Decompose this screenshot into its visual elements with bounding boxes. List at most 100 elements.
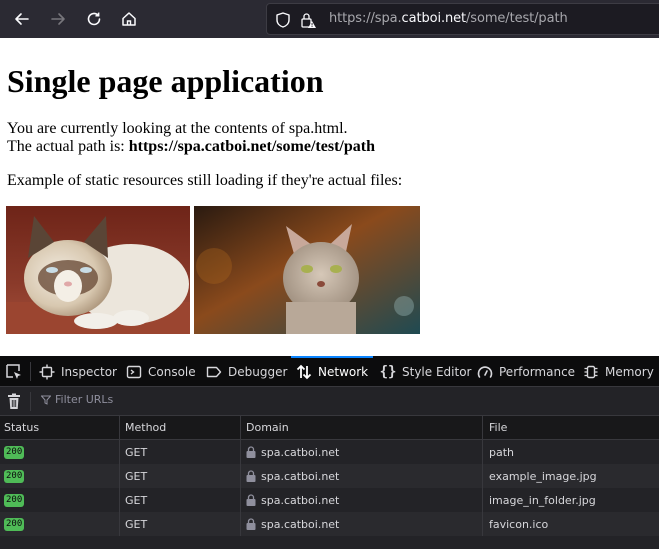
tabby-cat-image bbox=[194, 206, 420, 334]
url-prefix: https://spa. bbox=[329, 11, 402, 26]
network-arrows-icon bbox=[296, 364, 312, 380]
back-arrow-icon bbox=[15, 13, 29, 25]
reload-button[interactable] bbox=[80, 5, 108, 33]
column-divider bbox=[482, 512, 483, 536]
home-icon bbox=[122, 12, 136, 26]
request-file: example_image.jpg bbox=[489, 469, 597, 483]
request-domain: spa.catboi.net bbox=[246, 440, 339, 464]
intro-paragraph: You are currently looking at the content… bbox=[7, 120, 375, 156]
network-request-table: Status Method Domain File 200 GET spa.ca… bbox=[0, 416, 659, 536]
request-file: favicon.ico bbox=[489, 517, 549, 531]
tab-memory[interactable]: Memory bbox=[583, 356, 654, 387]
column-file[interactable]: File bbox=[489, 416, 507, 439]
contents-line: You are currently looking at the content… bbox=[7, 120, 348, 137]
column-divider bbox=[482, 464, 483, 488]
debugger-icon bbox=[206, 364, 222, 380]
chip-icon bbox=[583, 364, 599, 380]
lock-icon bbox=[246, 470, 256, 482]
tab-inspector[interactable]: Inspector bbox=[39, 356, 117, 387]
request-file: image_in_folder.jpg bbox=[489, 493, 596, 507]
tab-label: Network bbox=[318, 364, 369, 379]
grumpy-cat-image bbox=[6, 206, 190, 334]
inspector-icon bbox=[39, 364, 55, 380]
tab-style-editor[interactable]: {} Style Editor bbox=[379, 356, 472, 387]
table-row[interactable]: 200 GET spa.catboi.net image_in_folder.j… bbox=[0, 488, 659, 512]
table-row[interactable]: 200 GET spa.catboi.net example_image.jpg bbox=[0, 464, 659, 488]
lock-icon bbox=[246, 494, 256, 506]
filter-separator bbox=[30, 392, 31, 411]
tab-network[interactable]: Network bbox=[290, 356, 374, 387]
column-divider[interactable] bbox=[119, 416, 120, 439]
lock-icon bbox=[246, 446, 256, 458]
back-button[interactable] bbox=[8, 5, 36, 33]
filter-placeholder: Filter URLs bbox=[55, 393, 114, 406]
tab-console[interactable]: Console bbox=[126, 356, 196, 387]
column-divider bbox=[240, 488, 241, 512]
network-filter-bar: Filter URLs bbox=[0, 387, 659, 416]
home-button[interactable] bbox=[115, 5, 143, 33]
status-badge: 200 bbox=[4, 493, 25, 507]
filter-funnel-icon bbox=[41, 395, 51, 405]
forward-button[interactable] bbox=[44, 5, 72, 33]
tab-debugger[interactable]: Debugger bbox=[206, 356, 287, 387]
tab-label: Style Editor bbox=[402, 364, 472, 379]
domain-text: spa.catboi.net bbox=[261, 469, 340, 483]
column-divider bbox=[119, 464, 120, 488]
column-divider bbox=[482, 440, 483, 464]
table-row[interactable]: 200 GET spa.catboi.net favicon.ico bbox=[0, 512, 659, 536]
tab-label: Performance bbox=[499, 364, 576, 379]
domain-text: spa.catboi.net bbox=[261, 493, 340, 507]
braces-icon: {} bbox=[379, 363, 397, 380]
tabbar-separator bbox=[30, 362, 31, 381]
column-divider[interactable] bbox=[482, 416, 483, 439]
url-host: catboi.net bbox=[401, 11, 467, 26]
column-divider bbox=[240, 464, 241, 488]
domain-text: spa.catboi.net bbox=[261, 517, 340, 531]
request-method: GET bbox=[125, 517, 148, 531]
insecure-lock-warning-icon[interactable] bbox=[299, 11, 317, 29]
table-header: Status Method Domain File bbox=[0, 416, 659, 440]
request-method: GET bbox=[125, 469, 148, 483]
devtools-panel: Inspector Console Debugger Network {} St… bbox=[0, 356, 659, 549]
tab-performance[interactable]: Performance bbox=[477, 356, 575, 387]
column-divider bbox=[240, 512, 241, 536]
browser-toolbar: https://spa.catboi.net/some/test/path bbox=[0, 0, 659, 38]
column-divider bbox=[119, 512, 120, 536]
status-badge: 200 bbox=[4, 445, 25, 459]
element-picker-icon[interactable] bbox=[4, 362, 24, 382]
column-method[interactable]: Method bbox=[125, 416, 166, 439]
page-content: Single page application You are currentl… bbox=[0, 38, 659, 356]
clear-trash-icon[interactable] bbox=[6, 393, 22, 410]
request-method: GET bbox=[125, 493, 148, 507]
lock-icon bbox=[246, 518, 256, 530]
actual-path: https://spa.catboi.net/some/test/path bbox=[128, 138, 375, 155]
domain-text: spa.catboi.net bbox=[261, 445, 340, 459]
column-divider bbox=[482, 488, 483, 512]
url-text[interactable]: https://spa.catboi.net/some/test/path bbox=[329, 11, 568, 26]
tab-label: Memory bbox=[605, 364, 654, 379]
request-domain: spa.catboi.net bbox=[246, 464, 339, 488]
request-file: path bbox=[489, 445, 515, 459]
tab-label: Inspector bbox=[61, 364, 117, 379]
table-row[interactable]: 200 GET spa.catboi.net path bbox=[0, 440, 659, 464]
column-domain[interactable]: Domain bbox=[246, 416, 289, 439]
column-divider bbox=[119, 488, 120, 512]
column-divider[interactable] bbox=[240, 416, 241, 439]
static-resources-text: Example of static resources still loadin… bbox=[7, 172, 403, 189]
request-domain: spa.catboi.net bbox=[246, 512, 339, 536]
tab-label: Console bbox=[148, 364, 196, 379]
tracking-shield-icon[interactable] bbox=[274, 11, 292, 29]
path-label: The actual path is: bbox=[7, 138, 129, 155]
console-icon bbox=[126, 364, 142, 380]
address-bar[interactable]: https://spa.catboi.net/some/test/path bbox=[266, 3, 659, 35]
devtools-tabbar: Inspector Console Debugger Network {} St… bbox=[0, 356, 659, 387]
column-divider bbox=[119, 440, 120, 464]
url-path: /some/test/path bbox=[466, 11, 568, 26]
status-badge: 200 bbox=[4, 517, 25, 531]
reload-icon bbox=[87, 12, 101, 26]
gauge-icon bbox=[477, 364, 493, 380]
column-status[interactable]: Status bbox=[4, 416, 39, 439]
filter-urls-input[interactable]: Filter URLs bbox=[41, 393, 113, 406]
request-domain: spa.catboi.net bbox=[246, 488, 339, 512]
tab-label: Debugger bbox=[228, 364, 288, 379]
